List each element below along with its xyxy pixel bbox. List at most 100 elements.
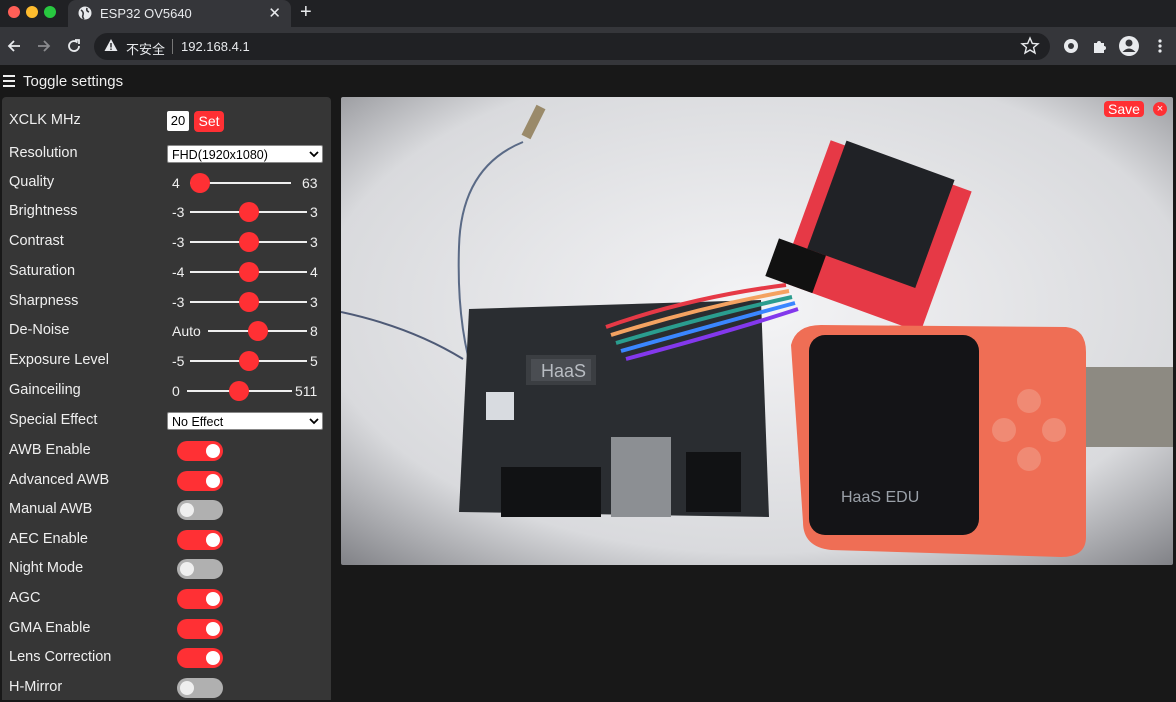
manual-awb-toggle[interactable] xyxy=(177,500,223,521)
toggle-settings-label[interactable]: Toggle settings xyxy=(23,73,123,90)
back-button[interactable] xyxy=(0,27,28,65)
forward-button[interactable] xyxy=(30,27,58,65)
brightness-min-value: -3 xyxy=(172,204,185,220)
xclk-input[interactable]: 20 xyxy=(167,111,189,131)
brightness-slider-thumb[interactable] xyxy=(238,202,259,222)
awb-enable-row: AWB Enable xyxy=(2,436,331,465)
night-mode-label: Night Mode xyxy=(9,560,84,577)
lens-correction-toggle[interactable] xyxy=(177,648,223,669)
close-window-button[interactable] xyxy=(8,6,20,18)
quality-label: Quality xyxy=(9,174,55,190)
tab-close-icon[interactable]: ✕ xyxy=(268,4,281,22)
chevron-down-icon xyxy=(309,418,319,425)
bookmark-star-icon[interactable] xyxy=(1020,36,1040,56)
h-mirror-toggle[interactable] xyxy=(177,677,223,698)
exposure-max-value: 5 xyxy=(310,353,318,369)
special-effect-select[interactable]: No Effect xyxy=(167,412,323,430)
agc-toggle[interactable] xyxy=(177,589,223,609)
chevron-down-icon xyxy=(309,151,319,158)
url-text[interactable]: 192.168.4.1 xyxy=(181,39,250,54)
advanced-awb-label: Advanced AWB xyxy=(9,471,110,488)
night-mode-toggle-knob xyxy=(180,562,194,577)
special-effect-value: No Effect xyxy=(172,415,224,429)
gainceiling-min-value: 0 xyxy=(172,383,180,399)
browser-tab[interactable]: ESP32 OV5640 ✕ xyxy=(68,0,291,27)
xclk-row: XCLK MHz 20 Set xyxy=(2,106,331,135)
denoise-max-value: 8 xyxy=(310,323,318,339)
browser-menu-button[interactable] xyxy=(1148,27,1172,65)
extensions-button[interactable] xyxy=(1088,27,1112,65)
saturation-row: Saturation -4 4 xyxy=(2,257,331,286)
denoise-label: De-Noise xyxy=(9,322,70,338)
contrast-slider-thumb[interactable] xyxy=(238,232,259,252)
brightness-max-value: 3 xyxy=(310,204,318,220)
aec-enable-toggle[interactable] xyxy=(177,529,223,550)
manual-awb-row: Manual AWB xyxy=(2,495,331,524)
h-mirror-toggle-knob xyxy=(180,680,194,695)
more-vert-icon xyxy=(1158,39,1162,53)
sharpness-slider-thumb[interactable] xyxy=(238,292,259,312)
exposure-slider-thumb[interactable] xyxy=(238,351,259,371)
saturation-slider-thumb[interactable] xyxy=(238,262,259,282)
brightness-row: Brightness -3 3 xyxy=(2,197,331,226)
gainceiling-row: Gainceiling 0 511 xyxy=(2,376,331,405)
denoise-slider-thumb[interactable] xyxy=(247,321,268,341)
lens-correction-toggle-knob xyxy=(206,651,220,666)
settings-sidebar: XCLK MHz 20 Set Resolution FHD(1920x1080… xyxy=(2,97,331,700)
resolution-select[interactable]: FHD(1920x1080) xyxy=(167,145,323,163)
lens-correction-label: Lens Correction xyxy=(9,649,112,666)
gma-enable-toggle[interactable] xyxy=(177,618,223,639)
close-stream-button[interactable]: × xyxy=(1153,102,1167,116)
agc-label: AGC xyxy=(9,590,41,606)
extension-icon[interactable] xyxy=(1059,27,1083,65)
gma-enable-row: GMA Enable xyxy=(2,614,331,643)
save-still-button[interactable]: Save xyxy=(1104,101,1144,117)
agc-row: AGC xyxy=(2,584,331,613)
lens-correction-row: Lens Correction xyxy=(2,643,331,672)
security-label[interactable]: 不安全 xyxy=(126,39,165,58)
advanced-awb-row: Advanced AWB xyxy=(2,466,331,495)
divider xyxy=(172,39,173,54)
advanced-awb-toggle[interactable] xyxy=(177,470,223,491)
quality-min-value: 4 xyxy=(172,175,180,191)
new-tab-icon[interactable]: + xyxy=(300,1,312,24)
h-mirror-label: H-Mirror xyxy=(9,678,63,695)
resolution-value: FHD(1920x1080) xyxy=(172,148,268,162)
night-mode-toggle[interactable] xyxy=(177,559,223,580)
quality-slider-thumb[interactable] xyxy=(190,173,211,193)
reload-button[interactable] xyxy=(60,27,88,65)
exposure-min-value: -5 xyxy=(172,353,185,369)
device-label: HaaS EDU xyxy=(841,489,919,506)
minimize-window-button[interactable] xyxy=(26,6,38,18)
contrast-label: Contrast xyxy=(9,233,64,249)
denoise-min-value: Auto xyxy=(172,323,201,339)
manual-awb-toggle-knob xyxy=(180,503,194,518)
special-effect-label: Special Effect xyxy=(9,412,98,428)
address-bar[interactable]: 不安全 192.168.4.1 xyxy=(94,33,1050,60)
exposure-label: Exposure Level xyxy=(9,352,109,368)
profile-button[interactable] xyxy=(1117,27,1141,65)
maximize-window-button[interactable] xyxy=(44,6,56,18)
special-effect-row: Special Effect No Effect xyxy=(2,406,331,435)
tab-title: ESP32 OV5640 xyxy=(100,6,192,21)
awb-enable-toggle[interactable] xyxy=(177,441,223,461)
gainceiling-slider-thumb[interactable] xyxy=(229,381,250,401)
set-xclk-button[interactable]: Set xyxy=(194,111,224,132)
resolution-label: Resolution xyxy=(9,145,78,161)
aec-enable-label: AEC Enable xyxy=(9,530,88,547)
contrast-min-value: -3 xyxy=(172,234,185,250)
browser-toolbar: 不安全 192.168.4.1 xyxy=(0,27,1176,65)
resolution-row: Resolution FHD(1920x1080) xyxy=(2,139,331,168)
quality-max-value: 63 xyxy=(302,175,318,191)
hamburger-menu-icon[interactable] xyxy=(3,75,15,87)
saturation-max-value: 4 xyxy=(310,264,318,280)
aec-enable-toggle-knob xyxy=(206,532,220,547)
warning-icon xyxy=(104,39,118,51)
gma-enable-toggle-knob xyxy=(206,621,220,636)
page-header: Toggle settings xyxy=(0,65,1176,97)
awb-enable-toggle-knob xyxy=(206,444,220,458)
gainceiling-max-value: 511 xyxy=(295,383,318,399)
contrast-max-value: 3 xyxy=(310,234,318,250)
brightness-label: Brightness xyxy=(9,203,78,219)
awb-enable-label: AWB Enable xyxy=(9,442,91,458)
